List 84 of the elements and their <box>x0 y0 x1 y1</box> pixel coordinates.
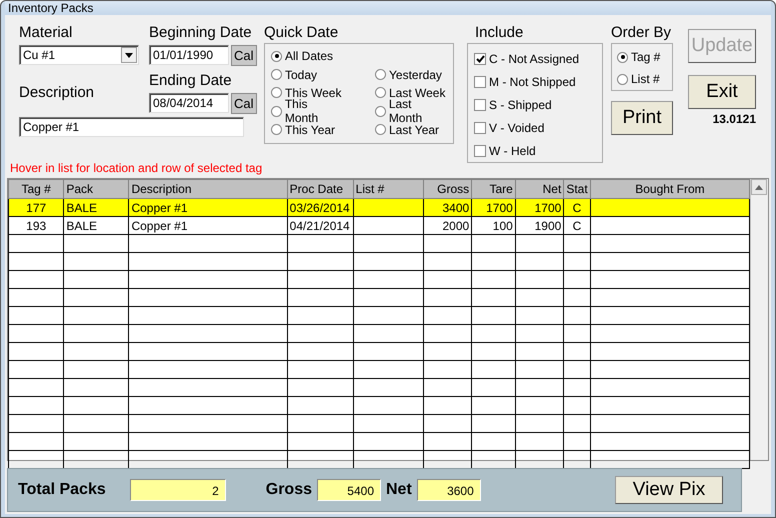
column-header[interactable]: Gross <box>423 180 472 198</box>
view-pix-button[interactable]: View Pix <box>615 476 723 504</box>
checkbox-label[interactable]: W - Held <box>489 144 536 158</box>
hint-text: Hover in list for location and row of selected tag <box>9 161 264 177</box>
table-cell: Copper #1 <box>128 216 288 234</box>
print-button[interactable]: Print <box>611 101 673 135</box>
table-cell: BALE <box>64 198 129 216</box>
version-number: 13.0121 <box>712 112 756 126</box>
checkbox-label[interactable]: C - Not Assigned <box>489 52 580 66</box>
radio-button[interactable] <box>271 69 282 80</box>
checkbox[interactable] <box>474 52 486 64</box>
checkbox-label[interactable]: V - Voided <box>489 120 544 134</box>
radio-button[interactable] <box>375 124 386 136</box>
checkbox[interactable] <box>474 76 486 88</box>
radio-label[interactable]: This Week <box>285 86 342 100</box>
radio-button[interactable] <box>271 106 282 117</box>
radio-button[interactable] <box>375 87 386 98</box>
checkbox[interactable] <box>474 144 486 156</box>
order-by-title: Order By <box>611 23 672 43</box>
radio-button[interactable] <box>271 50 282 62</box>
column-header[interactable]: Description <box>128 180 288 198</box>
scroll-up-icon[interactable] <box>751 179 768 195</box>
description-field[interactable]: Copper #1 <box>19 117 244 137</box>
radio-label[interactable]: This Year <box>285 122 336 137</box>
beginning-date-field[interactable]: 01/01/1990 <box>149 45 229 65</box>
window-title: Inventory Packs <box>8 1 94 15</box>
include-title: Include <box>475 23 524 43</box>
gross-label: Gross <box>266 481 312 499</box>
checkbox[interactable] <box>474 98 486 110</box>
checkbox[interactable] <box>474 122 486 134</box>
radio-button[interactable] <box>375 106 386 117</box>
net-label: Net <box>386 481 412 499</box>
column-header[interactable]: Tare <box>472 180 516 198</box>
ending-date-field[interactable]: 08/04/2014 <box>149 93 229 113</box>
net-total-field: 3600 <box>416 479 481 501</box>
table-cell: 1900 <box>515 216 564 234</box>
checkbox-label[interactable]: S - Shipped <box>489 98 552 112</box>
column-header[interactable]: Bought From <box>590 180 750 198</box>
radio-label[interactable]: List # <box>631 72 660 86</box>
radio-button[interactable] <box>617 52 628 62</box>
radio-label[interactable]: Today <box>285 68 318 82</box>
table-cell: 1700 <box>515 198 564 216</box>
column-header[interactable]: Proc Date <box>287 180 354 198</box>
exit-button[interactable]: Exit <box>688 75 756 109</box>
table-cell: 3400 <box>423 198 472 216</box>
table-cell: Copper #1 <box>128 198 288 216</box>
column-header[interactable]: Net <box>515 180 564 198</box>
table-cell: 177 <box>8 198 64 216</box>
radio-button[interactable] <box>271 87 282 98</box>
checkbox-label[interactable]: M - Not Shipped <box>489 74 576 88</box>
radio-label[interactable]: Last Week <box>389 86 446 100</box>
total-packs-label: Total Packs <box>18 481 106 499</box>
column-header[interactable]: Stat <box>564 180 590 198</box>
radio-button[interactable] <box>271 124 282 136</box>
material-label: Material <box>19 23 74 43</box>
column-header[interactable]: List # <box>353 180 424 198</box>
table-cell: C <box>564 216 590 234</box>
beginning-date-label: Beginning Date <box>149 23 253 43</box>
table-cell: 2000 <box>423 216 472 234</box>
table-cell: 04/21/2014 <box>287 216 354 234</box>
ending-date-label: Ending Date <box>149 71 233 91</box>
table-cell: 1700 <box>472 198 516 216</box>
radio-label[interactable]: This Month <box>284 97 343 126</box>
calendar-button[interactable]: Cal <box>231 93 257 114</box>
radio-label[interactable]: Yesterday <box>389 68 442 82</box>
column-header[interactable]: Tag # <box>8 180 64 198</box>
calendar-button[interactable]: Cal <box>231 45 257 66</box>
quick-date-title: Quick Date <box>264 23 340 43</box>
radio-label[interactable]: Last Month <box>388 97 447 126</box>
column-header[interactable]: Pack <box>64 180 129 198</box>
radio-label[interactable]: Tag # <box>631 50 660 64</box>
table-cell: 100 <box>472 216 516 234</box>
radio-button[interactable] <box>617 74 628 84</box>
total-packs-field: 2 <box>130 479 226 501</box>
radio-label[interactable]: All Dates <box>285 49 334 64</box>
radio-button[interactable] <box>375 69 386 80</box>
table-cell: 03/26/2014 <box>287 198 354 216</box>
table-cell: BALE <box>64 216 129 234</box>
table-cell: 193 <box>8 216 64 234</box>
description-label: Description <box>19 83 96 103</box>
material-dropdown[interactable]: Cu #1 <box>19 45 139 65</box>
radio-label[interactable]: Last Year <box>389 122 440 137</box>
gross-total-field: 5400 <box>317 479 381 501</box>
table-cell: C <box>564 198 590 216</box>
